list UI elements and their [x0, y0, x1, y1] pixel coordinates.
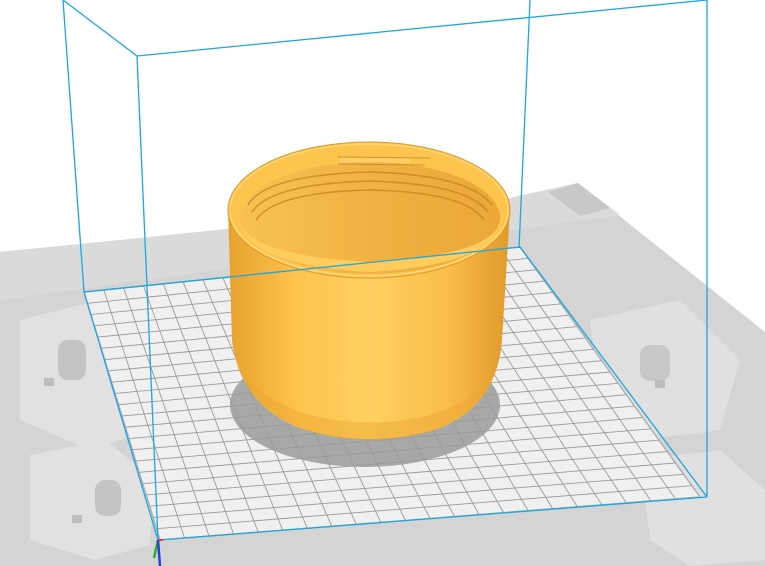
- printed-model[interactable]: [227, 141, 511, 440]
- 3d-viewport[interactable]: [0, 0, 765, 566]
